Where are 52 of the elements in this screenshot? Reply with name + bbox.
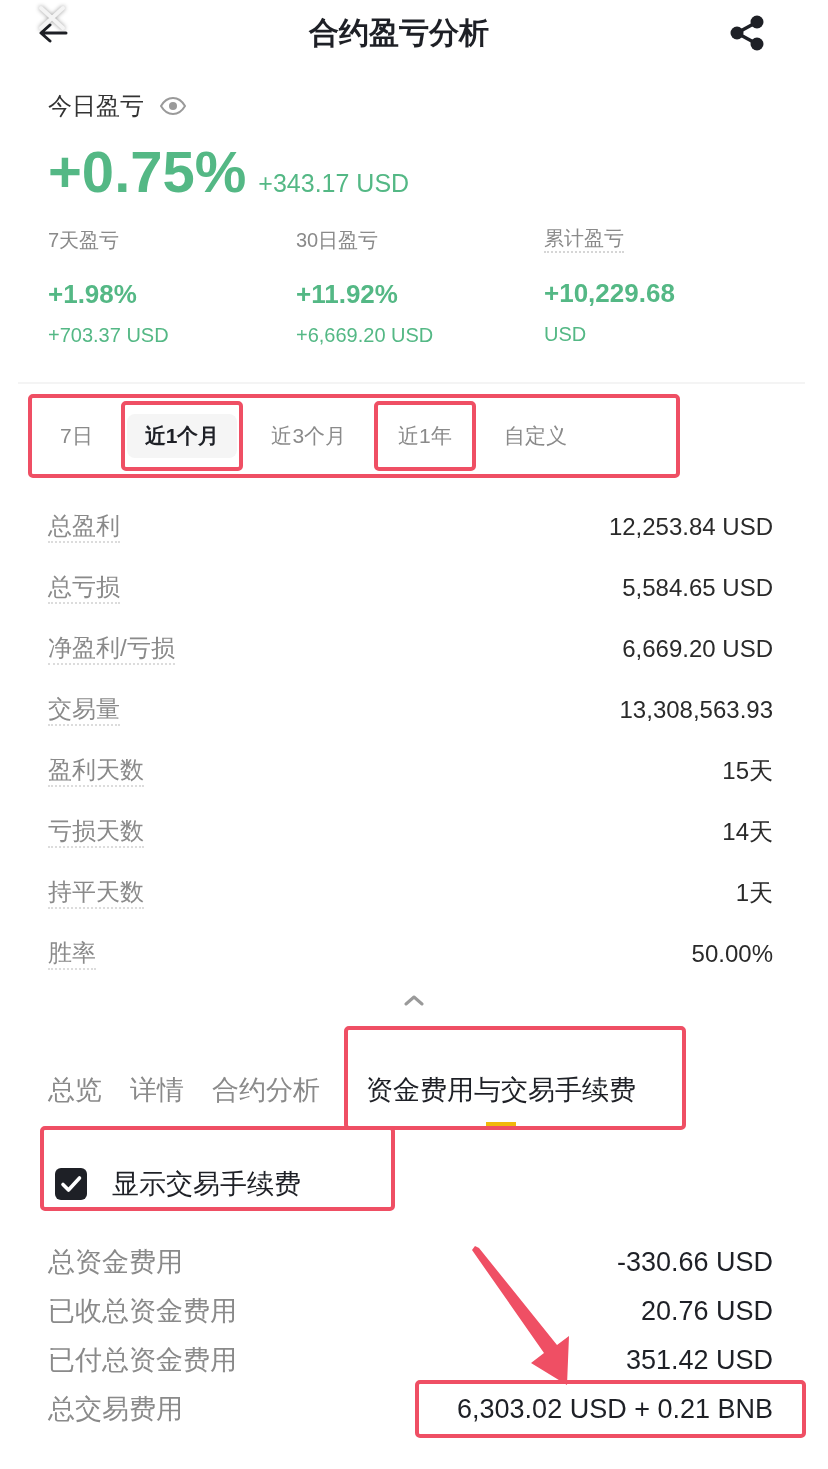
stat-value: 14天 [722, 816, 773, 847]
today-pnl-percent: +0.75% [48, 142, 247, 202]
stat-label: 胜率 [48, 937, 96, 970]
section-tab[interactable]: 详情 [130, 1072, 184, 1126]
page-title: 合约盈亏分析 [307, 15, 490, 51]
back-icon[interactable] [38, 23, 68, 43]
summary-amount: +703.37 USD [48, 323, 169, 348]
stat-value: 6,669.20 USD [622, 633, 773, 664]
stat-value: 15天 [722, 755, 773, 786]
section-tab[interactable]: 合约分析 [212, 1072, 320, 1126]
stat-label: 总盈利 [48, 510, 120, 543]
period-tab[interactable]: 自定义 [485, 414, 585, 458]
fee-value: 6,303.02 USD + 0.21 BNB [457, 1393, 773, 1424]
checkbox-label[interactable]: 显示交易手续费 [112, 1166, 301, 1202]
fee-label: 已收总资金费用 [48, 1294, 237, 1328]
summary-value: +1.98% [48, 278, 137, 310]
eye-icon[interactable] [160, 97, 186, 115]
summary-amount: USD [544, 322, 587, 347]
fee-value: -330.66 USD [616, 1245, 773, 1279]
stat-label: 亏损天数 [48, 815, 144, 848]
stat-label: 持平天数 [48, 876, 144, 909]
period-tab[interactable]: 近1年 [380, 414, 470, 458]
summary-amount: +6,669.20 USD [296, 323, 434, 348]
stat-value: 1天 [735, 877, 773, 908]
summary-label: 7天盈亏 [48, 228, 120, 253]
fee-value: 20.76 USD [640, 1294, 773, 1328]
today-pnl-amount: +343.17 USD [258, 168, 410, 198]
fee-label: 总交易费用 [48, 1392, 183, 1426]
stat-label: 总亏损 [48, 571, 120, 604]
period-tab[interactable]: 近1个月 [126, 414, 238, 458]
summary-value: +10,229.68 [544, 277, 675, 309]
period-tab[interactable]: 7日 [42, 414, 111, 458]
checkbox[interactable] [55, 1168, 87, 1200]
stat-value: 12,253.84 USD [608, 511, 773, 542]
stat-value: 5,584.65 USD [622, 572, 773, 603]
fee-value: 351.42 USD [625, 1343, 773, 1377]
stat-label: 交易量 [48, 693, 120, 726]
stat-value: 13,308,563.93 [619, 694, 773, 725]
today-pnl-label: 今日盈亏 [48, 92, 144, 120]
fee-label: 已付总资金费用 [48, 1343, 237, 1377]
summary-value: +11.92% [296, 278, 398, 310]
period-tab[interactable]: 近3个月 [253, 414, 365, 458]
section-tab[interactable]: 总览 [48, 1072, 102, 1126]
chevron-up-icon[interactable] [404, 994, 424, 1006]
fee-label: 总资金费用 [48, 1245, 183, 1279]
stat-value: 50.00% [691, 938, 773, 969]
close-icon[interactable] [38, 5, 66, 31]
summary-label: 30日盈亏 [296, 228, 379, 253]
stat-label: 盈利天数 [48, 754, 144, 787]
stat-label: 净盈利/亏损 [48, 632, 175, 665]
share-icon[interactable] [729, 15, 765, 51]
summary-label: 累计盈亏 [544, 226, 624, 253]
